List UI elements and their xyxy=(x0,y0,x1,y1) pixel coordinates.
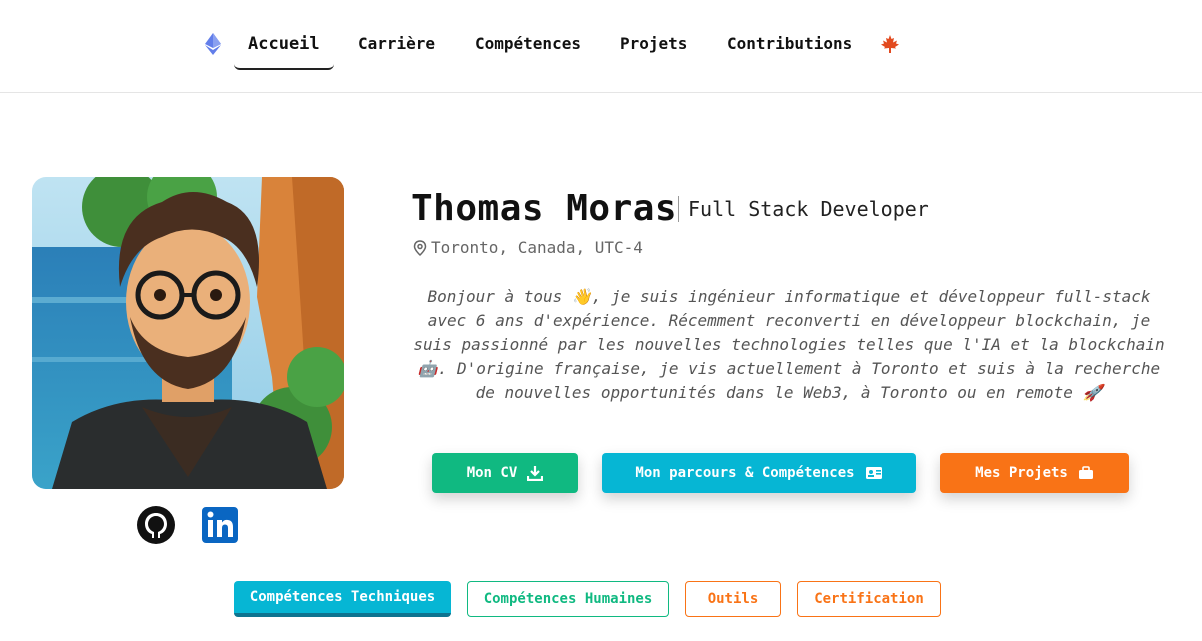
download-icon xyxy=(527,466,544,481)
parcours-button-label: Mon parcours & Compétences xyxy=(635,465,855,481)
projets-button-label: Mes Projets xyxy=(975,465,1068,481)
profile-bio: Bonjour à tous 👋, je suis ingénieur info… xyxy=(413,287,1165,402)
ethereum-icon[interactable] xyxy=(205,33,221,55)
tab-outils[interactable]: Outils xyxy=(685,581,781,617)
parcours-button[interactable]: Mon parcours & Compétences xyxy=(602,453,916,493)
nav-item-contributions[interactable]: Contributions xyxy=(713,20,866,70)
briefcase-icon xyxy=(1078,466,1093,479)
cv-button[interactable]: Mon CV xyxy=(432,453,578,493)
location-pin-icon xyxy=(413,239,427,256)
nav-item-carriere[interactable]: Carrière xyxy=(344,20,449,70)
tab-competences-techniques[interactable]: Compétences Techniques xyxy=(234,581,451,617)
projets-button[interactable]: Mes Projets xyxy=(940,453,1129,493)
nav-item-projets[interactable]: Projets xyxy=(606,20,701,70)
maple-leaf-icon[interactable] xyxy=(880,34,900,54)
linkedin-icon[interactable] xyxy=(200,505,240,545)
cv-button-label: Mon CV xyxy=(466,465,518,481)
profile-avatar xyxy=(32,177,344,489)
github-icon[interactable] xyxy=(136,505,176,545)
nav-item-competences[interactable]: Compétences xyxy=(461,20,595,70)
nav-item-accueil[interactable]: Accueil xyxy=(234,20,334,70)
top-nav: Accueil Carrière Compétences Projets Con… xyxy=(0,0,1202,93)
profile-role: Full Stack Developer xyxy=(688,197,929,221)
id-card-icon xyxy=(865,467,882,479)
profile-name: Thomas Moras xyxy=(411,188,678,229)
profile-location: Toronto, Canada, UTC-4 xyxy=(413,238,643,257)
title-divider xyxy=(678,196,679,222)
tab-competences-humaines[interactable]: Compétences Humaines xyxy=(467,581,669,617)
tab-certification[interactable]: Certification xyxy=(797,581,941,617)
location-text: Toronto, Canada, UTC-4 xyxy=(431,238,643,257)
